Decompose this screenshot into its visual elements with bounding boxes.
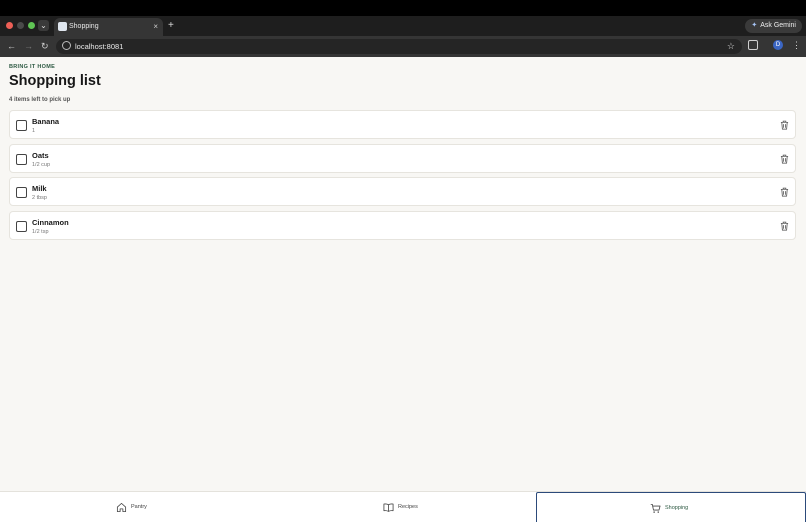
items-left-count: 4 items left to pick up [9, 97, 71, 103]
browser-toolbar: ← → ↻ localhost:8081 ☆ D ⋮ [0, 36, 806, 57]
item-name: Milk [32, 184, 47, 193]
item-quantity: 1/2 tsp [32, 228, 49, 235]
shopping-list: Banana 1 Oats 1/2 cup Milk 2 tbsp Cinnam… [9, 110, 796, 244]
list-item: Milk 2 tbsp [9, 177, 796, 206]
book-icon [383, 503, 394, 512]
ask-gemini-button[interactable]: ✦ Ask Gemini [745, 19, 802, 33]
item-name: Banana [32, 117, 60, 126]
bottom-nav: Pantry Recipes Shopping [0, 491, 806, 522]
extensions-icon[interactable] [748, 40, 758, 50]
shopping-cart-icon [650, 503, 661, 513]
eyebrow-label: BRING IT HOME [9, 64, 56, 70]
tab-search-icon[interactable]: ⌄ [38, 20, 49, 31]
item-name: Cinnamon [32, 217, 69, 227]
site-info-icon[interactable] [62, 41, 71, 50]
list-item: Banana 1 [9, 110, 796, 139]
ask-gemini-label: Ask Gemini [760, 22, 796, 29]
profile-avatar[interactable]: D [773, 40, 783, 50]
item-quantity: 2 tbsp [32, 195, 47, 201]
item-checkbox[interactable] [16, 187, 27, 198]
window-top-bar [0, 0, 806, 16]
address-bar[interactable]: localhost:8081 ☆ [56, 39, 742, 54]
tab-shopping[interactable]: Shopping [536, 492, 806, 522]
close-window-button[interactable] [6, 22, 13, 29]
trash-icon[interactable] [780, 154, 789, 164]
list-item: Cinnamon 1/2 tsp [9, 210, 796, 240]
tab-recipes-label: Recipes [398, 504, 418, 510]
item-checkbox[interactable] [16, 220, 27, 232]
tab-bar: ⌄ Shopping × + ✦ Ask Gemini [0, 16, 806, 36]
forward-arrow-icon[interactable]: → [24, 40, 33, 52]
gemini-sparkle-icon: ✦ [751, 22, 758, 29]
zoom-window-button[interactable] [28, 22, 35, 29]
new-tab-button[interactable]: + [168, 20, 174, 32]
tab-shopping-label: Shopping [665, 505, 689, 511]
app-content: BRING IT HOME Shopping list 4 items left… [0, 57, 806, 522]
back-arrow-icon[interactable]: ← [7, 40, 16, 52]
url-text[interactable]: localhost:8081 [75, 40, 123, 53]
tab-title: Shopping [69, 23, 99, 30]
favicon-icon [58, 22, 67, 31]
reload-icon[interactable]: ↻ [41, 40, 49, 52]
tab-pantry[interactable]: Pantry [0, 492, 268, 522]
home-icon [116, 502, 127, 513]
minimize-window-button[interactable] [17, 22, 24, 29]
item-quantity: 1/2 cup [32, 161, 51, 168]
trash-icon[interactable] [780, 120, 789, 130]
browser-tab-shopping[interactable]: Shopping × [54, 18, 163, 36]
item-name: Oats [32, 150, 49, 160]
trash-icon[interactable] [780, 221, 789, 231]
page-title: Shopping list [9, 73, 101, 89]
trash-icon[interactable] [780, 187, 789, 197]
tab-close-icon[interactable]: × [153, 21, 158, 33]
tab-pantry-label: Pantry [131, 504, 147, 510]
star-icon[interactable]: ☆ [727, 40, 735, 53]
tab-recipes[interactable]: Recipes [268, 492, 536, 522]
kebab-menu-icon[interactable]: ⋮ [792, 39, 801, 51]
item-checkbox[interactable] [16, 120, 27, 131]
item-checkbox[interactable] [16, 153, 27, 165]
list-item: Oats 1/2 cup [9, 143, 796, 173]
item-quantity: 1 [32, 128, 36, 134]
